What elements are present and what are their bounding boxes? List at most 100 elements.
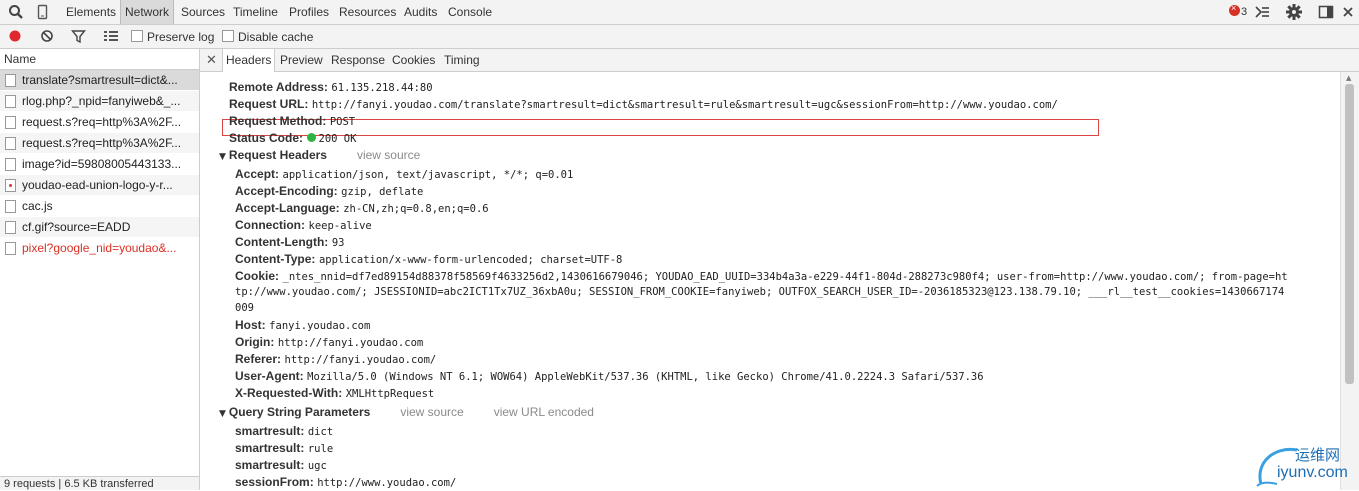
request-row[interactable]: youdao-ead-union-logo-y-r... <box>0 175 199 196</box>
document-file-icon <box>5 74 16 87</box>
scrollbar-thumb[interactable] <box>1345 84 1354 384</box>
request-row[interactable]: translate?smartresult=dict&... <box>0 70 199 91</box>
vertical-scrollbar[interactable]: ▲ <box>1340 72 1359 490</box>
dock-side-icon[interactable] <box>1318 4 1334 20</box>
list-view-icon[interactable] <box>103 29 119 45</box>
header-value: 200 OK <box>318 133 357 145</box>
tab-cookies[interactable]: Cookies <box>389 49 438 71</box>
tab-timing[interactable]: Timing <box>441 49 483 71</box>
param-key: smartresult: <box>235 424 305 438</box>
tab-sources[interactable]: Sources <box>177 0 229 24</box>
request-details-panel: ✕ Headers Preview Response Cookies Timin… <box>200 49 1359 490</box>
tab-console[interactable]: Console <box>444 0 496 24</box>
error-counter[interactable]: 3 <box>1229 3 1248 18</box>
request-headers-section[interactable]: ▼ Request Headers view source <box>219 148 420 164</box>
device-mode-icon[interactable] <box>35 4 51 20</box>
request-header-row: Content-Type: application/x-www-form-url… <box>235 252 622 267</box>
tab-audits[interactable]: Audits <box>400 0 441 24</box>
param-value: ugc <box>307 460 327 472</box>
request-header-row: Origin: http://fanyi.youdao.com <box>235 335 423 350</box>
error-icon <box>1229 3 1240 16</box>
request-method-row: Request Method: POST <box>229 114 355 129</box>
watermark-cn: 运维网 <box>1295 446 1341 464</box>
network-summary: 9 requests | 6.5 KB transferred <box>0 476 199 490</box>
expand-triangle-icon: ▼ <box>219 152 226 162</box>
tab-response[interactable]: Response <box>328 49 388 71</box>
preserve-log-label: Preserve log <box>147 30 215 44</box>
section-title: Query String Parameters <box>228 405 371 419</box>
document-file-icon <box>5 95 16 108</box>
record-icon[interactable] <box>8 29 24 45</box>
document-file-icon <box>5 158 16 171</box>
query-params-section[interactable]: ▼ Query String Parameters view source view … <box>219 405 594 421</box>
header-key: Request URL: <box>229 97 309 111</box>
request-name: rlog.php?_npid=fanyiweb&_... <box>22 94 181 108</box>
query-param-row: smartresult: ugc <box>235 458 327 473</box>
header-key: Content-Length: <box>235 235 329 249</box>
document-file-icon <box>5 137 16 150</box>
search-icon[interactable] <box>8 4 24 20</box>
watermark-url: iyunv.com <box>1277 464 1348 481</box>
disable-cache-checkbox[interactable]: Disable cache <box>222 30 313 44</box>
section-title: Request Headers <box>228 148 327 162</box>
request-row[interactable]: request.s?req=http%3A%2F... <box>0 112 199 133</box>
preserve-log-checkbox[interactable]: Preserve log <box>131 30 214 44</box>
request-header-row: Host: fanyi.youdao.com <box>235 318 370 333</box>
request-row[interactable]: image?id=59808005443133... <box>0 154 199 175</box>
param-key: smartresult: <box>235 441 305 455</box>
tab-elements[interactable]: Elements <box>62 0 120 24</box>
request-name: youdao-ead-union-logo-y-r... <box>22 178 173 192</box>
tab-network[interactable]: Network <box>120 0 175 24</box>
request-header-row: Content-Length: 93 <box>235 235 344 250</box>
request-row[interactable]: cac.js <box>0 196 199 217</box>
close-devtools-icon[interactable] <box>1340 4 1356 20</box>
headers-content: Remote Address: 61.135.218.44:80 Request… <box>200 72 1340 490</box>
watermark-logo: 运维网 iyunv.com <box>1255 442 1355 488</box>
query-param-row: smartresult: dict <box>235 424 333 439</box>
close-details-icon[interactable]: ✕ <box>206 52 217 68</box>
request-row[interactable]: rlog.php?_npid=fanyiweb&_... <box>0 91 199 112</box>
request-row[interactable]: pixel?google_nid=youdao&... <box>0 238 199 259</box>
view-source-link[interactable]: view source <box>400 405 463 419</box>
header-value: tp://www.youdao.com/; JSESSIONID=abc2ICT… <box>235 286 1285 298</box>
scroll-up-icon[interactable]: ▲ <box>1346 74 1351 82</box>
console-drawer-icon[interactable] <box>1254 4 1270 20</box>
name-column-header[interactable]: Name <box>0 49 199 70</box>
gear-icon[interactable] <box>1286 4 1302 20</box>
tab-headers[interactable]: Headers <box>222 49 276 72</box>
disable-cache-label: Disable cache <box>238 30 314 44</box>
header-value: POST <box>329 116 356 128</box>
header-value: 009 <box>235 302 254 314</box>
document-file-icon <box>5 200 16 213</box>
request-name: request.s?req=http%3A%2F... <box>22 115 182 129</box>
error-count: 3 <box>1241 6 1248 18</box>
request-name: image?id=59808005443133... <box>22 157 182 171</box>
tab-resources[interactable]: Resources <box>335 0 400 24</box>
request-header-row: Accept: application/json, text/javascrip… <box>235 167 573 182</box>
filter-icon[interactable] <box>71 29 87 45</box>
header-value: 93 <box>331 237 345 249</box>
remote-address-row: Remote Address: 61.135.218.44:80 <box>229 80 433 95</box>
clear-icon[interactable] <box>40 29 56 45</box>
header-key: Content-Type: <box>235 252 316 266</box>
header-value: gzip, deflate <box>341 186 424 198</box>
param-value: rule <box>307 443 334 455</box>
view-source-link[interactable]: view source <box>357 148 420 162</box>
request-header-row: User-Agent: Mozilla/5.0 (Windows NT 6.1;… <box>235 369 984 384</box>
request-header-row: Referer: http://fanyi.youdao.com/ <box>235 352 436 367</box>
header-value: Mozilla/5.0 (Windows NT 6.1; WOW64) Appl… <box>307 371 984 383</box>
tab-profiles[interactable]: Profiles <box>285 0 333 24</box>
document-file-icon <box>5 242 16 255</box>
header-value: zh-CN,zh;q=0.8,en;q=0.6 <box>343 203 489 215</box>
header-key: Status Code: <box>229 131 304 145</box>
header-value: application/json, text/javascript, */*; … <box>282 169 574 181</box>
tab-timeline[interactable]: Timeline <box>229 0 282 24</box>
header-key: Accept-Encoding: <box>235 184 338 198</box>
request-row[interactable]: cf.gif?source=EADD <box>0 217 199 238</box>
view-url-encoded-link[interactable]: view URL encoded <box>494 405 594 419</box>
request-list: translate?smartresult=dict&... rlog.php?_… <box>0 70 199 259</box>
tab-preview[interactable]: Preview <box>277 49 326 71</box>
request-row[interactable]: request.s?req=http%3A%2F... <box>0 133 199 154</box>
header-value: keep-alive <box>308 220 372 232</box>
header-key: Host: <box>235 318 266 332</box>
